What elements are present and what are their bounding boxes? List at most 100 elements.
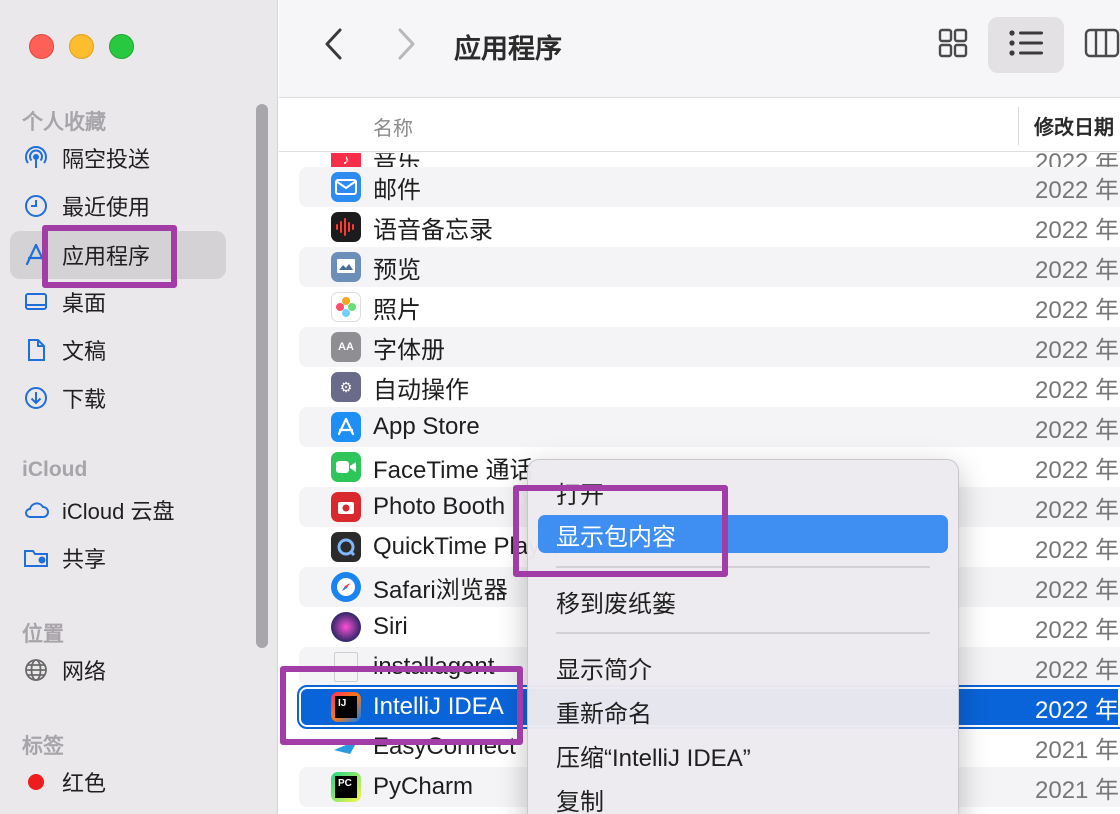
list-view-button[interactable] bbox=[988, 17, 1064, 73]
file-name: 照片 bbox=[373, 296, 421, 324]
menu-item-get-info[interactable]: 显示简介 bbox=[538, 648, 948, 686]
list-item[interactable]: 照片 2022 年 bbox=[299, 287, 1120, 327]
grid-view-button[interactable] bbox=[915, 17, 991, 73]
intellij-icon: IJ bbox=[331, 692, 361, 722]
window-title: 应用程序 bbox=[454, 34, 562, 64]
sidebar-item-documents[interactable]: 文稿 bbox=[10, 326, 226, 374]
list-item[interactable]: App Store 2022 年 bbox=[299, 407, 1120, 447]
column-view-icon bbox=[1084, 28, 1120, 63]
facetime-icon bbox=[331, 452, 361, 482]
close-window-button[interactable] bbox=[29, 34, 54, 59]
file-name: 邮件 bbox=[373, 176, 421, 204]
list-header: 名称 修改日期 bbox=[279, 99, 1120, 152]
file-date: 2022 年 bbox=[1035, 336, 1120, 364]
menu-item-rename[interactable]: 重新命名 bbox=[538, 692, 948, 730]
sidebar-item-network[interactable]: 网络 bbox=[10, 646, 226, 694]
sidebar-item-downloads[interactable]: 下载 bbox=[10, 374, 226, 422]
menu-item-move-to-trash[interactable]: 移到废纸篓 bbox=[538, 582, 948, 620]
list-item[interactable]: 预览 2022 年 bbox=[299, 247, 1120, 287]
siri-icon bbox=[331, 612, 361, 642]
file-name: App Store bbox=[373, 413, 480, 440]
sidebar-item-label: 隔空投送 bbox=[62, 147, 151, 172]
back-button[interactable] bbox=[314, 24, 354, 68]
file-name: PyCharm bbox=[373, 773, 474, 800]
desktop-icon bbox=[22, 288, 50, 316]
menu-separator bbox=[556, 566, 930, 568]
menu-item-open[interactable]: 打开 bbox=[538, 473, 948, 511]
file-name: EasyConnect bbox=[373, 733, 516, 760]
grid-view-icon bbox=[937, 27, 969, 64]
globe-icon bbox=[22, 656, 50, 684]
preview-icon bbox=[331, 252, 361, 282]
file-name: Siri bbox=[373, 613, 408, 640]
file-date: 2022 年 bbox=[1035, 696, 1120, 724]
file-date: 2022 年 bbox=[1035, 176, 1120, 204]
chevron-left-icon bbox=[323, 27, 345, 66]
minimize-window-button[interactable] bbox=[69, 34, 94, 59]
list-item[interactable]: 语音备忘录 2022 年 bbox=[299, 207, 1120, 247]
sidebar-item-label: 桌面 bbox=[62, 291, 107, 316]
clock-icon bbox=[22, 192, 50, 220]
menu-item-duplicate[interactable]: 复制 bbox=[538, 780, 948, 814]
section-locations: 位置 bbox=[22, 623, 64, 646]
automator-icon: ⚙ bbox=[331, 372, 361, 402]
red-tag-dot bbox=[22, 768, 50, 796]
file-name: installagent bbox=[373, 653, 495, 680]
zoom-window-button[interactable] bbox=[109, 34, 134, 59]
sidebar-scrollbar[interactable] bbox=[256, 104, 268, 648]
file-date: 2022 年 bbox=[1035, 376, 1120, 404]
sidebar-item-desktop[interactable]: 桌面 bbox=[10, 278, 226, 326]
sidebar-item-tag-red[interactable]: 红色 bbox=[10, 758, 226, 806]
quicktime-icon bbox=[331, 532, 361, 562]
menu-separator bbox=[556, 632, 930, 634]
file-date: 2022 年 bbox=[1035, 576, 1120, 604]
list-view-icon bbox=[1008, 29, 1044, 62]
sidebar-item-label: 应用程序 bbox=[62, 244, 151, 269]
file-date: 2022 年 bbox=[1035, 456, 1120, 484]
list-item[interactable]: ⚙ 自动操作 2022 年 bbox=[299, 367, 1120, 407]
sidebar-item-label: 共享 bbox=[62, 547, 107, 572]
file-date: 2021 年 bbox=[1035, 736, 1120, 764]
sidebar-item-airdrop[interactable]: 隔空投送 bbox=[10, 134, 226, 182]
font-book-icon: AA bbox=[331, 332, 361, 362]
forward-button[interactable] bbox=[386, 24, 426, 68]
download-icon bbox=[22, 384, 50, 412]
file-name: 自动操作 bbox=[373, 376, 469, 404]
safari-icon bbox=[331, 572, 361, 602]
file-date: 2022 年 bbox=[1035, 656, 1120, 684]
list-item[interactable]: 邮件 2022 年 bbox=[299, 167, 1120, 207]
shared-folder-icon bbox=[22, 544, 50, 572]
mail-icon bbox=[331, 172, 361, 202]
sidebar-item-label: 网络 bbox=[62, 659, 107, 684]
sidebar: 个人收藏 隔空投送 最近使用 应用程序 桌面 文稿 下载 iCloud iClo… bbox=[0, 0, 278, 814]
sidebar-item-icloud-drive[interactable]: iCloud 云盘 bbox=[10, 486, 226, 534]
toolbar: 应用程序 bbox=[279, 0, 1120, 98]
file-date: 2022 年 bbox=[1035, 216, 1120, 244]
applications-icon bbox=[22, 241, 50, 269]
sidebar-item-label: iCloud 云盘 bbox=[62, 499, 175, 524]
column-divider[interactable] bbox=[1018, 107, 1019, 145]
section-icloud: iCloud bbox=[22, 458, 88, 481]
voice-memo-icon bbox=[331, 212, 361, 242]
menu-item-compress[interactable]: 压缩“IntelliJ IDEA” bbox=[538, 736, 948, 774]
section-favorites: 个人收藏 bbox=[22, 111, 106, 134]
app-store-icon bbox=[331, 412, 361, 442]
document-icon bbox=[22, 336, 50, 364]
column-header-name[interactable]: 名称 bbox=[373, 112, 413, 141]
column-view-button[interactable] bbox=[1074, 17, 1120, 73]
column-header-date[interactable]: 修改日期 bbox=[1034, 111, 1114, 140]
section-tags: 标签 bbox=[22, 735, 64, 758]
pycharm-icon: PC bbox=[331, 772, 361, 802]
cloud-icon bbox=[22, 496, 50, 524]
file-date: 2022 年 bbox=[1035, 616, 1120, 644]
menu-item-show-package-contents[interactable]: 显示包内容 bbox=[538, 515, 948, 553]
file-name: 字体册 bbox=[373, 336, 445, 364]
list-item[interactable]: AA 字体册 2022 年 bbox=[299, 327, 1120, 367]
sidebar-item-applications[interactable]: 应用程序 bbox=[10, 231, 226, 279]
sidebar-item-label: 下载 bbox=[62, 387, 107, 412]
file-name: Photo Booth bbox=[373, 493, 506, 520]
sidebar-item-recents[interactable]: 最近使用 bbox=[10, 182, 226, 230]
file-name: 语音备忘录 bbox=[373, 216, 493, 244]
sidebar-item-shared[interactable]: 共享 bbox=[10, 534, 226, 582]
file-name: 预览 bbox=[373, 256, 421, 284]
